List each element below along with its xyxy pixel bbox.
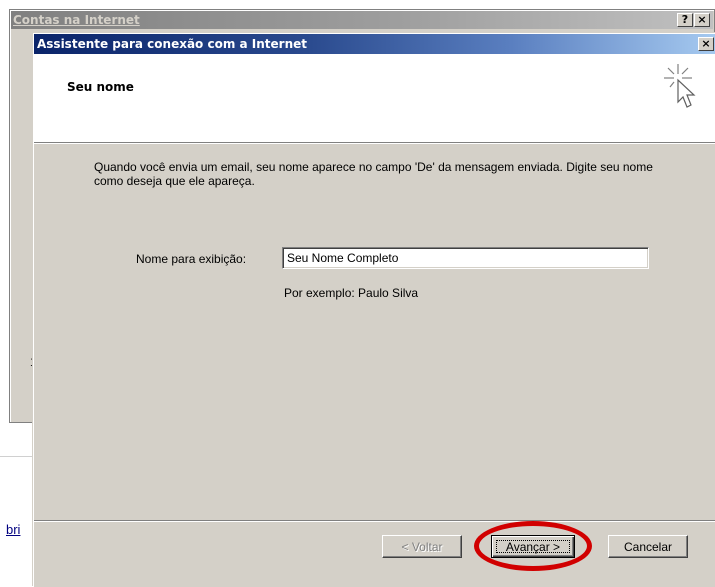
step-description: Quando você envia um email, seu nome apa… <box>94 160 653 188</box>
page-divider <box>0 456 35 457</box>
wizard-title: Assistente para conexão com a Internet <box>37 37 308 51</box>
cancel-button[interactable]: Cancelar <box>608 535 688 558</box>
button-separator <box>34 520 715 521</box>
example-hint: Por exemplo: Paulo Silva <box>284 286 419 300</box>
background-link[interactable]: bri <box>6 522 20 537</box>
display-name-input[interactable] <box>282 247 649 269</box>
step-title: Seu nome <box>67 80 134 94</box>
background-window-titlebar[interactable]: Contas na Internet ? × <box>11 11 713 29</box>
background-close-button[interactable]: × <box>694 13 710 27</box>
internet-connection-wizard: Assistente para conexão com a Internet ×… <box>33 33 715 587</box>
help-button[interactable]: ? <box>677 13 693 27</box>
wizard-close-button[interactable]: × <box>698 37 714 51</box>
wizard-titlebar[interactable]: Assistente para conexão com a Internet × <box>34 34 715 54</box>
next-button-label: Avançar > <box>505 539 561 554</box>
next-button[interactable]: Avançar > <box>491 535 575 558</box>
display-name-label: Nome para exibição: <box>136 252 247 266</box>
wizard-sparkle-cursor-icon <box>664 64 696 108</box>
background-window-title: Contas na Internet <box>13 13 140 27</box>
wizard-header: Seu nome <box>34 54 715 143</box>
back-button[interactable]: < Voltar <box>382 535 462 558</box>
